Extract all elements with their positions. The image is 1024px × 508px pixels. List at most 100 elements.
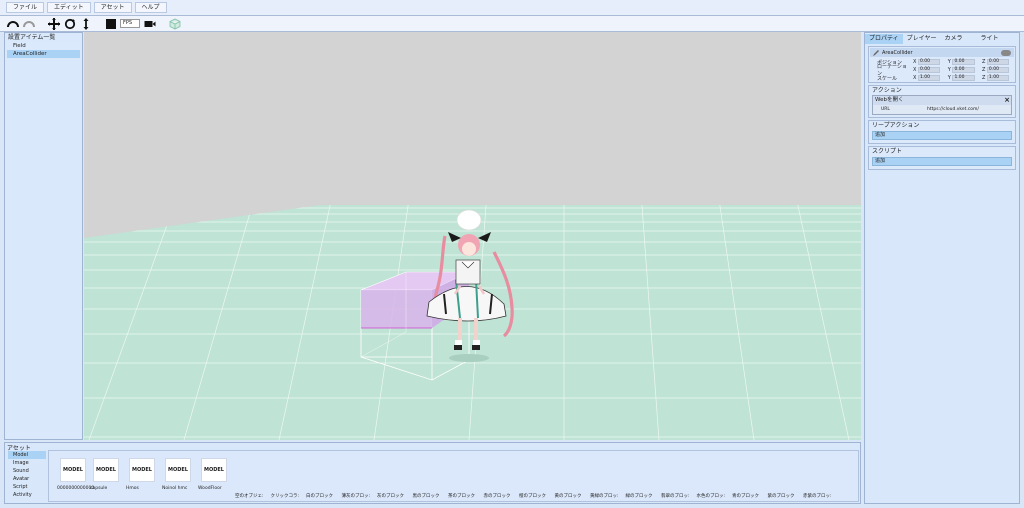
model-thumbnail: MODEL [165,458,191,482]
rotation-z-field[interactable]: 0.00 [986,67,1010,73]
asset-categories: Model Image Sound Avatar Script Activity [8,451,46,499]
pencil-icon [873,49,879,56]
url-label: URL [881,107,890,112]
block-asset-label[interactable]: 黄緑のブロッ: [590,493,619,499]
move-icon[interactable] [47,17,60,30]
asset-label: Noinol hmc [162,486,188,491]
position-x-field[interactable]: 0.00 [917,59,941,65]
scene-viewport[interactable] [84,32,861,440]
scale-z-field[interactable]: 1.00 [986,75,1010,81]
close-icon[interactable]: × [1003,96,1011,105]
category-sound[interactable]: Sound [8,467,46,475]
fps-input[interactable]: FPS [120,19,140,28]
cube-icon[interactable] [168,18,181,30]
item-list-row-field[interactable]: Field [7,42,80,50]
action-name: Webを開く [875,97,904,103]
rotation-row: ローテーション X 0.00 Y 0.00 Z 0.00 [869,64,1015,77]
block-asset-label[interactable]: 橙のブロック [519,493,546,499]
position-y-field[interactable]: 0.00 [952,59,975,65]
action-section: アクション Webを開く × URL https://cloud.vket.co… [868,85,1016,118]
asset-label: capsule [90,486,108,491]
toolbar: FPS [0,16,1024,32]
rotation-y-field[interactable]: 0.00 [952,67,975,73]
block-asset-label[interactable]: 白のブロック [306,493,333,499]
block-asset-label[interactable]: 黒のブロック [413,493,440,499]
inspector-panel: プロパティ プレイヤー カメラ ライト AreaCollider ポジション X… [864,32,1020,504]
menu-bar: ファイル エディット アセット ヘルプ [0,0,1024,16]
url-row: URL https://cloud.vket.com/ [873,105,1011,114]
block-asset-label[interactable]: 青のブロック [732,493,759,499]
web-open-action: Webを開く × URL https://cloud.vket.com/ [872,95,1012,115]
category-model[interactable]: Model [8,451,46,459]
stop-icon[interactable] [104,18,117,30]
object-header: AreaCollider [870,48,1014,57]
category-script[interactable]: Script [8,483,46,491]
block-asset-label[interactable]: 紫のブロック [768,493,795,499]
category-avatar[interactable]: Avatar [8,475,46,483]
block-asset-label[interactable]: 茶のブロック [448,493,475,499]
block-asset-label[interactable]: 水色のブロッ: [697,493,726,499]
script-title: スクリプト [872,148,903,155]
asset-label: Hmos [126,486,139,491]
menu-file[interactable]: ファイル [6,2,45,13]
block-asset-label[interactable]: 緑のブロック [626,493,653,499]
asset-item[interactable]: MODEL Hmos [126,458,155,491]
camera-icon[interactable] [143,18,156,30]
asset-item[interactable]: MODEL WoodFloor [198,458,227,491]
model-thumbnail: MODEL [93,458,119,482]
menu-help[interactable]: ヘルプ [134,2,167,13]
category-image[interactable]: Image [8,459,46,467]
visibility-toggle[interactable] [1001,49,1011,56]
tab-player[interactable]: プレイヤー [903,34,941,44]
item-list-title: 設置アイテム一覧 [8,34,56,41]
item-list-panel: 設置アイテム一覧 Field AreaCollider [4,32,83,440]
action-title: アクション [872,87,902,94]
position-z-field[interactable]: 0.00 [986,59,1010,65]
block-asset-label[interactable]: 空のオブジェ: [235,493,264,499]
menu-asset[interactable]: アセット [93,2,132,13]
asset-item[interactable]: MODEL capsule [90,458,119,491]
object-name: AreaCollider [882,49,913,56]
scale-icon[interactable] [79,17,92,30]
transform-section: AreaCollider ポジション X 0.00 Y 0.00 Z 0.00 ローテ… [868,46,1016,83]
model-thumbnail: MODEL [60,458,86,482]
block-asset-label[interactable]: 薄灰のブロッ: [342,493,371,499]
inspector-tabs: プロパティ プレイヤー カメラ ライト [865,34,1019,44]
redo-icon[interactable] [22,18,35,30]
action-header: Webを開く × [873,96,1011,105]
block-asset-label[interactable]: クリックコラ: [271,493,300,499]
loop-action-title: リープアクション [872,122,920,129]
block-asset-label[interactable]: 黄のブロック [555,493,582,499]
scene-canvas [84,32,861,440]
script-section: スクリプト 追加 [868,146,1016,170]
scale-y-field[interactable]: 1.00 [952,75,975,81]
tab-camera[interactable]: カメラ [940,34,966,44]
url-value[interactable]: https://cloud.vket.com/ [927,105,979,114]
category-activity[interactable]: Activity [8,491,46,499]
asset-label: 0000000000000 [57,486,95,491]
scale-label: スケール [877,75,898,82]
block-asset-label[interactable]: 赤紫のブロッ: [803,493,832,499]
loop-action-add-button[interactable]: 追加 [872,131,1012,140]
model-thumbnail: MODEL [129,458,155,482]
undo-icon[interactable] [6,18,19,30]
block-asset-label[interactable]: 赤のブロック [484,493,511,499]
block-asset-label[interactable]: 翡翠のブロッ: [661,493,690,499]
asset-label: WoodFloor [198,486,222,491]
asset-grid: MODEL 0000000000000 MODEL capsule MODEL … [48,450,859,502]
scale-x-field[interactable]: 1.00 [917,75,941,81]
tab-properties[interactable]: プロパティ [865,34,903,44]
block-asset-label[interactable]: 灰のブロック [377,493,404,499]
asset-item[interactable]: MODEL 0000000000000 [57,458,94,491]
item-list: Field AreaCollider [7,42,80,58]
tab-light[interactable]: ライト [976,34,1002,44]
item-list-row-areacollider[interactable]: AreaCollider [7,50,80,58]
rotate-icon[interactable] [63,18,76,30]
script-add-button[interactable]: 追加 [872,157,1012,166]
rotation-x-field[interactable]: 0.00 [917,67,941,73]
asset-panel: アセット Model Image Sound Avatar Script Act… [4,442,861,504]
asset-item[interactable]: MODEL Noinol hmc [162,458,191,491]
model-thumbnail: MODEL [201,458,227,482]
loop-action-section: リープアクション 追加 [868,120,1016,144]
menu-edit[interactable]: エディット [47,2,91,13]
